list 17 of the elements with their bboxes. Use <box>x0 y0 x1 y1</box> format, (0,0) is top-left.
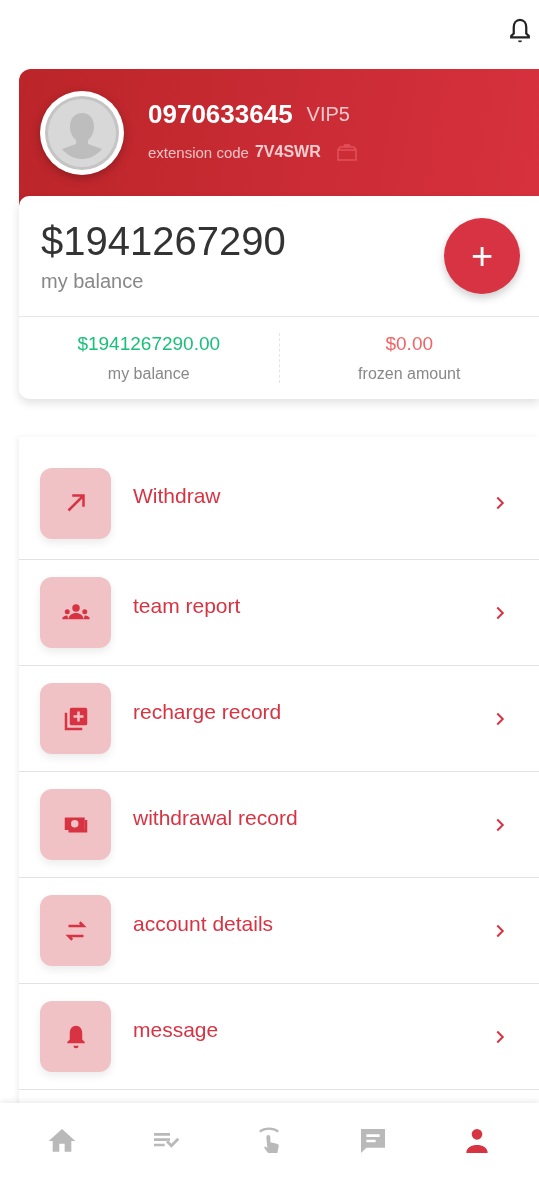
extension-code: 7V4SWR <box>254 143 321 161</box>
add-button[interactable]: + <box>444 218 520 294</box>
balance-label: my balance <box>41 270 145 293</box>
stat-label: frozen amount <box>358 365 461 383</box>
menu-item[interactable]: message <box>19 984 539 1090</box>
stat-value: $0.00 <box>385 333 433 355</box>
phone-number: 0970633645 <box>148 99 293 130</box>
menu-item[interactable]: recharge record <box>19 666 539 772</box>
stat-label: my balance <box>107 365 190 383</box>
menu-item[interactable]: account details <box>19 878 539 984</box>
code-label: extension code <box>148 143 249 161</box>
menu-item[interactable]: Withdraw <box>19 437 539 560</box>
menu-item[interactable]: withdrawal record <box>19 772 539 878</box>
menu-item[interactable]: team report <box>19 560 539 666</box>
balance-amount: $1941267290 <box>41 219 286 264</box>
vip-level: VIP5 <box>306 103 350 126</box>
stat-value: $1941267290.00 <box>77 333 221 355</box>
